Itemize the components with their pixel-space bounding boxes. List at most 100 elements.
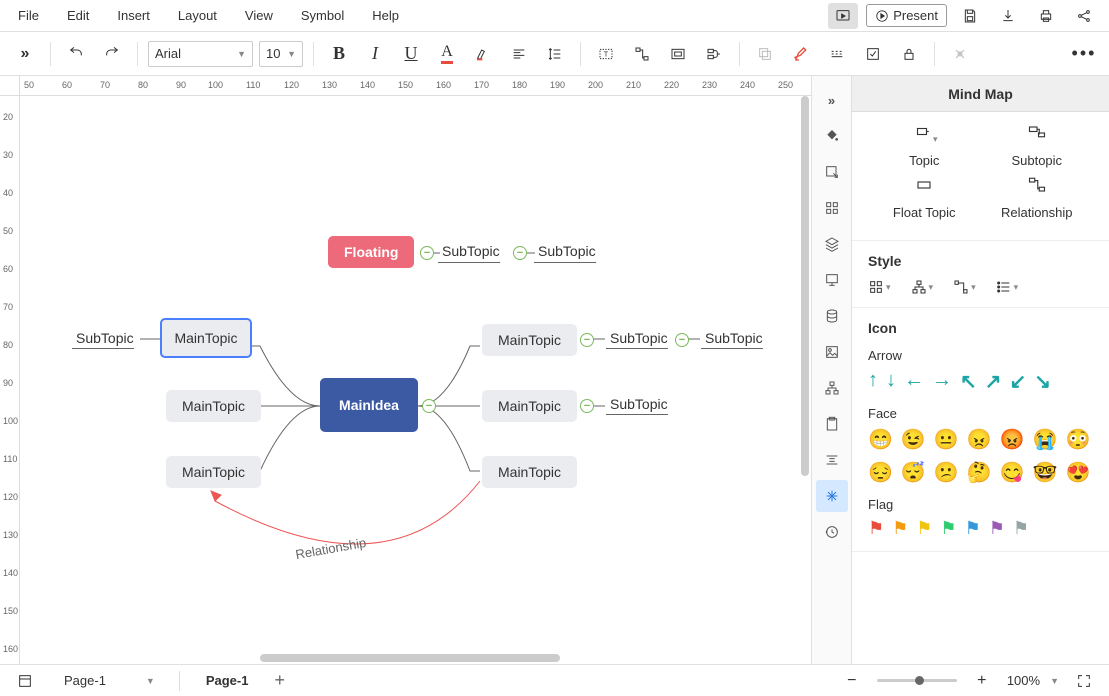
present-button[interactable]: Present (866, 4, 947, 27)
slideshow-icon[interactable] (828, 3, 858, 29)
checkbox-button[interactable] (858, 39, 888, 69)
float-subtopic-2[interactable]: SubTopic (538, 243, 596, 259)
floating-node[interactable]: Floating (328, 236, 414, 268)
arrow-downright-icon[interactable]: ↘ (1034, 369, 1051, 394)
menu-file[interactable]: File (18, 8, 39, 23)
menu-layout[interactable]: Layout (178, 8, 217, 23)
menu-help[interactable]: Help (372, 8, 399, 23)
face-icon-4[interactable]: 😡 (1000, 427, 1025, 452)
arrow-right-icon[interactable]: → (932, 369, 952, 394)
fill-color-button[interactable] (750, 39, 780, 69)
zoom-slider[interactable] (877, 679, 957, 682)
summary-button[interactable] (699, 39, 729, 69)
flag-gray-icon[interactable]: ⚑ (1013, 518, 1029, 539)
align-button[interactable] (504, 39, 534, 69)
line-spacing-button[interactable] (540, 39, 570, 69)
arrow-up-icon[interactable]: ↑ (868, 369, 878, 394)
menu-insert[interactable]: Insert (117, 8, 150, 23)
arrow-upright-icon[interactable]: ↗ (985, 369, 1002, 394)
expand-toolbar-icon[interactable]: » (10, 39, 40, 69)
flag-blue-icon[interactable]: ⚑ (965, 518, 981, 539)
main-topic-right-mid[interactable]: MainTopic (482, 390, 577, 422)
style-list-button[interactable]: ▾ (996, 279, 1019, 295)
right-top-subtopic-1[interactable]: SubTopic (610, 330, 668, 346)
grid-tool-icon[interactable] (816, 192, 848, 224)
canvas[interactable]: Relationship MainIdea − Floating − SubTo… (20, 96, 811, 664)
face-icon-3[interactable]: 😠 (967, 427, 992, 452)
text-box-button[interactable]: T (591, 39, 621, 69)
right-top-subtopic-2[interactable]: SubTopic (705, 330, 763, 346)
align-tool-icon[interactable] (816, 444, 848, 476)
page-tab[interactable]: Page-1 (196, 669, 259, 692)
add-subtopic-button[interactable]: Subtopic (987, 124, 1087, 168)
right-mid-subtopic[interactable]: SubTopic (610, 396, 668, 412)
menu-symbol[interactable]: Symbol (301, 8, 344, 23)
tools-button[interactable] (945, 39, 975, 69)
left-top-subtopic[interactable]: SubTopic (76, 330, 134, 346)
shape-tool-icon[interactable] (816, 156, 848, 188)
page-selector[interactable]: Page-1▼ (56, 671, 163, 690)
mindmap-tool-icon[interactable] (816, 480, 848, 512)
font-family-select[interactable]: Arial▼ (148, 41, 253, 67)
main-topic-left-bot[interactable]: MainTopic (166, 456, 261, 488)
underline-button[interactable]: U (396, 39, 426, 69)
bold-button[interactable]: B (324, 39, 354, 69)
face-icon-1[interactable]: 😉 (901, 427, 926, 452)
face-icon-2[interactable]: 😐 (934, 427, 959, 452)
download-icon[interactable] (993, 3, 1023, 29)
flag-green-icon[interactable]: ⚑ (940, 518, 956, 539)
face-icon-8[interactable]: 😴 (901, 460, 926, 485)
zoom-in-button[interactable]: + (967, 666, 997, 696)
float-subtopic-1[interactable]: SubTopic (442, 243, 500, 259)
redo-icon[interactable] (97, 39, 127, 69)
main-topic-right-top[interactable]: MainTopic (482, 324, 577, 356)
lock-button[interactable] (894, 39, 924, 69)
share-icon[interactable] (1069, 3, 1099, 29)
zoom-out-button[interactable]: − (837, 666, 867, 696)
expand-right-mid[interactable]: − (580, 399, 594, 413)
fill-tool-icon[interactable] (816, 120, 848, 152)
flag-orange-icon[interactable]: ⚑ (892, 518, 908, 539)
menu-edit[interactable]: Edit (67, 8, 89, 23)
arrow-left-icon[interactable]: ← (904, 369, 924, 394)
face-icon-11[interactable]: 😋 (1000, 460, 1025, 485)
add-float-topic-button[interactable]: Float Topic (874, 176, 974, 220)
data-tool-icon[interactable] (816, 300, 848, 332)
expand-floating[interactable]: − (420, 246, 434, 260)
face-icon-5[interactable]: 😭 (1033, 427, 1058, 452)
vertical-scrollbar-track[interactable] (799, 96, 811, 664)
print-icon[interactable] (1031, 3, 1061, 29)
boundary-button[interactable] (663, 39, 693, 69)
font-color-button[interactable]: A (432, 39, 462, 69)
save-icon[interactable] (955, 3, 985, 29)
face-icon-13[interactable]: 😍 (1065, 460, 1090, 485)
image-tool-icon[interactable] (816, 336, 848, 368)
flag-yellow-icon[interactable]: ⚑ (916, 518, 932, 539)
main-topic-right-bot[interactable]: MainTopic (482, 456, 577, 488)
style-tree-button[interactable]: ▾ (911, 279, 934, 295)
face-icon-7[interactable]: 😔 (868, 460, 893, 485)
style-grid-button[interactable]: ▾ (868, 279, 891, 295)
flag-purple-icon[interactable]: ⚑ (989, 518, 1005, 539)
arrow-down-icon[interactable]: ↓ (886, 369, 896, 394)
expand-right-top-sub[interactable]: − (675, 333, 689, 347)
face-icon-6[interactable]: 😳 (1065, 427, 1090, 452)
arrow-downleft-icon[interactable]: ↙ (1010, 369, 1027, 394)
add-page-button[interactable]: + (274, 670, 285, 691)
layers-tool-icon[interactable] (816, 228, 848, 260)
line-style-button[interactable] (822, 39, 852, 69)
relationship-button[interactable] (627, 39, 657, 69)
undo-icon[interactable] (61, 39, 91, 69)
highlight-button[interactable] (468, 39, 498, 69)
face-icon-0[interactable]: 😁 (868, 427, 893, 452)
add-topic-button[interactable]: ▾ Topic (874, 124, 974, 168)
clipboard-tool-icon[interactable] (816, 408, 848, 440)
arrow-upleft-icon[interactable]: ↖ (960, 369, 977, 394)
marker-button[interactable] (786, 39, 816, 69)
flag-red-icon[interactable]: ⚑ (868, 518, 884, 539)
expand-float-sub[interactable]: − (513, 246, 527, 260)
org-tool-icon[interactable] (816, 372, 848, 404)
expand-main-right[interactable]: − (422, 399, 436, 413)
italic-button[interactable]: I (360, 39, 390, 69)
face-icon-9[interactable]: 😕 (934, 460, 959, 485)
